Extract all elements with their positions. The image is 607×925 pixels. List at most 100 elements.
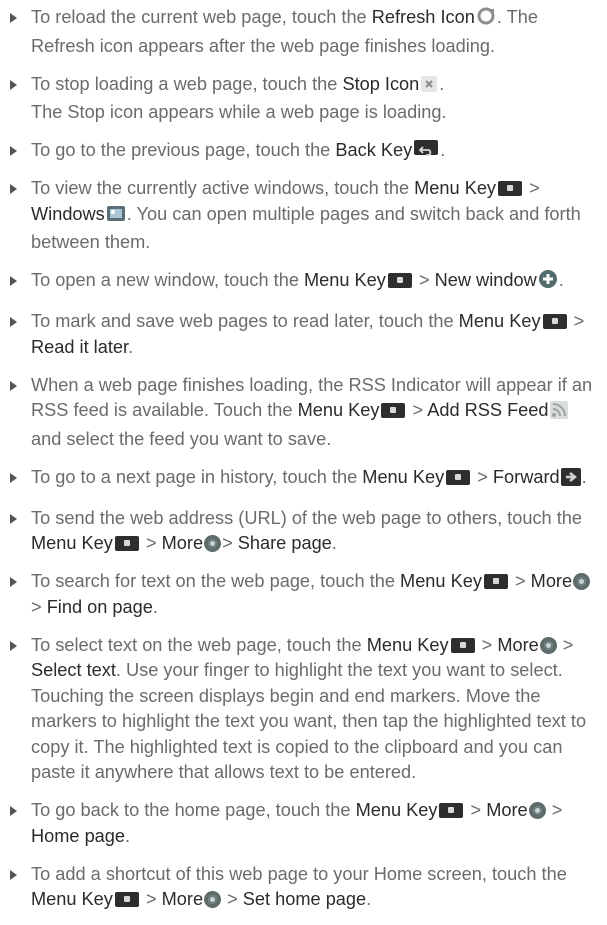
bold-term: Find on page <box>46 596 153 617</box>
body-text: To stop loading a web page, touch the <box>31 73 343 94</box>
bold-term: Back Key <box>335 140 413 160</box>
instruction-item: To view the currently active windows, to… <box>6 176 601 256</box>
body-text: > <box>407 400 428 420</box>
instruction-item: To open a new window, touch the Menu Key… <box>6 268 601 297</box>
bold-term: Menu Key <box>31 889 113 909</box>
body-text: To add a shortcut of this web page to yo… <box>31 863 567 884</box>
instruction-item: To reload the current web page, touch th… <box>6 5 601 59</box>
windows-icon <box>106 203 126 231</box>
bullet-arrow-icon <box>10 380 17 391</box>
menu-key-glyph <box>551 318 558 324</box>
bold-term: More <box>161 889 204 909</box>
body-text: To mark and save web pages to read later… <box>31 311 459 331</box>
bold-term: Set home page <box>242 889 367 909</box>
bold-term: Refresh Icon <box>371 7 475 27</box>
instruction-item: When a web page finishes loading, the RS… <box>6 373 601 453</box>
menu-key-glyph <box>123 896 130 902</box>
bold-term: More <box>161 533 204 553</box>
bullet-arrow-icon <box>10 869 17 880</box>
body-text: > <box>524 178 540 198</box>
bold-term: More <box>486 800 528 820</box>
body-text: > <box>140 889 162 909</box>
body-text: > <box>140 533 162 553</box>
bullet-arrow-icon <box>10 146 17 156</box>
menu-key-icon <box>483 574 508 589</box>
body-text: . <box>439 73 445 94</box>
body-text: and select the feed you want to save. <box>31 428 332 449</box>
bullet-arrow-icon <box>10 472 17 483</box>
instruction-item: To select text on the web page, touch th… <box>6 633 601 786</box>
body-text: . <box>128 336 134 357</box>
instruction-item: To add a shortcut of this web page to yo… <box>6 862 601 913</box>
more-icon <box>528 802 546 819</box>
body-text: > <box>413 270 435 290</box>
body-text: The Stop icon appears while a web page i… <box>31 102 447 122</box>
body-text: > <box>222 889 243 909</box>
bullet-arrow-icon <box>10 513 17 524</box>
instruction-item: To go to the previous page, touch the Ba… <box>6 138 601 164</box>
more-icon <box>204 891 222 908</box>
body-text: > <box>31 596 47 617</box>
body-text: . <box>152 596 158 617</box>
instruction-item: To go to a next page in history, touch t… <box>6 465 601 494</box>
body-text: To go to the previous page, touch the <box>31 140 336 160</box>
bold-term: Menu Key <box>414 178 497 198</box>
menu-key-icon <box>439 803 464 818</box>
bold-term: More <box>497 634 539 655</box>
menu-key-glyph <box>396 277 403 283</box>
bold-term: Menu Key <box>366 634 449 655</box>
body-text: > <box>568 311 585 331</box>
menu-key-glyph <box>459 641 466 648</box>
bold-term: More <box>530 571 573 591</box>
body-text: To select text on the web page, touch th… <box>31 634 367 655</box>
body-text: > <box>476 634 498 655</box>
bold-term: Home page <box>31 825 126 846</box>
bullet-arrow-icon <box>10 577 17 587</box>
stop-icon <box>420 75 438 101</box>
bold-term: Menu Key <box>355 800 438 820</box>
body-text: . <box>366 889 372 909</box>
bold-term: Menu Key <box>297 400 380 420</box>
body-text: . <box>440 140 446 160</box>
body-text: > <box>472 466 493 487</box>
bold-term: Windows <box>31 203 105 224</box>
menu-key-glyph <box>390 407 397 413</box>
body-text: . <box>331 533 337 553</box>
menu-key-icon <box>450 637 475 653</box>
more-icon <box>539 636 557 654</box>
bullet-arrow-icon <box>10 806 17 816</box>
bold-term: Menu Key <box>304 270 386 290</box>
manual-page: To reload the current web page, touch th… <box>6 5 601 925</box>
bold-term: New window <box>434 270 537 290</box>
bold-term: Forward <box>492 466 560 487</box>
back-key-icon <box>414 140 439 156</box>
menu-key-glyph <box>123 540 130 546</box>
body-text: To open a new window, touch the <box>31 270 304 290</box>
menu-key-glyph <box>448 807 455 813</box>
bold-term: Add RSS Feed <box>427 400 549 420</box>
instruction-item: To go back to the home page, touch the M… <box>6 798 601 849</box>
menu-key-icon <box>446 469 471 485</box>
menu-key-glyph <box>507 185 514 191</box>
body-text: To search for text on the web page, touc… <box>31 571 401 591</box>
menu-key-icon <box>114 536 139 551</box>
menu-key-glyph <box>455 473 462 480</box>
body-text: To reload the current web page, touch th… <box>31 7 372 27</box>
new-window-icon <box>538 269 558 297</box>
body-text: To go back to the home page, touch the <box>31 800 356 820</box>
bullet-arrow-icon <box>10 184 17 194</box>
body-text: > <box>557 634 574 655</box>
menu-key-icon <box>114 892 139 907</box>
bold-term: Menu Key <box>458 311 541 331</box>
instruction-item: To send the web address (URL) of the web… <box>6 506 601 557</box>
bold-term: Menu Key <box>31 533 113 553</box>
menu-key-glyph <box>492 578 499 584</box>
bold-term: Stop Icon <box>342 73 420 94</box>
bold-term: Menu Key <box>400 571 482 591</box>
menu-key-icon <box>387 273 412 288</box>
body-text: To go to a next page in history, touch t… <box>31 466 363 487</box>
bullet-arrow-icon <box>10 317 17 327</box>
bullet-arrow-icon <box>10 276 17 286</box>
body-text: > <box>222 533 238 553</box>
menu-key-icon <box>381 403 406 418</box>
